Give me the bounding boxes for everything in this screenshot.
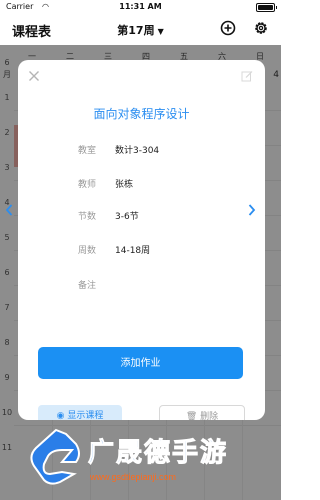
watermark: 广晟德手游 www.gsdtiepianji.com: [0, 418, 281, 500]
chevron-down-icon: ▼: [157, 27, 164, 36]
add-icon[interactable]: [220, 20, 236, 36]
field-label: 教师: [78, 180, 97, 190]
field-row-periods: 节数 3-6节: [78, 209, 248, 223]
chevron-left-icon[interactable]: [4, 203, 14, 217]
field-label: 备注: [78, 281, 97, 291]
field-label: 节数: [78, 212, 97, 222]
field-row-teacher: 教师 张栋: [78, 177, 248, 191]
close-icon[interactable]: [28, 70, 40, 82]
chevron-right-icon[interactable]: [247, 203, 257, 217]
watermark-brand: 广晟德手游: [87, 438, 229, 469]
edit-icon[interactable]: [241, 70, 253, 82]
field-value: 张栋: [115, 180, 134, 190]
week-selector[interactable]: 第17周 ▼: [0, 22, 281, 38]
field-row-notes: 备注: [78, 278, 248, 292]
add-homework-button[interactable]: 添加作业: [38, 347, 243, 379]
field-label: 周数: [78, 246, 97, 256]
field-value: 数计3-304: [115, 146, 160, 156]
watermark-logo: [30, 428, 80, 485]
watermark-url: www.gsdtiepianji.com: [90, 472, 177, 482]
field-row-weeks: 周数 14-18周: [78, 243, 248, 257]
field-label: 教室: [78, 146, 97, 156]
field-row-classroom: 教室 数计3-304: [78, 143, 248, 157]
gear-icon[interactable]: [253, 20, 269, 36]
field-value: 14-18周: [115, 246, 151, 256]
clock: 11:31 AM: [119, 2, 162, 11]
status-bar: Carrier ◠ 11:31 AM: [0, 0, 281, 13]
week-label: 第17周: [117, 24, 155, 37]
battery-icon: [256, 3, 277, 12]
course-title: 面向对象程序设计: [93, 107, 190, 121]
course-detail-dialog: 面向对象程序设计 教室 数计3-304 教师 张栋 节数 3-6节 周数 14-…: [18, 60, 265, 420]
field-value: 3-6节: [115, 212, 139, 222]
nav-bar: 课程表 第17周 ▼: [0, 13, 281, 45]
